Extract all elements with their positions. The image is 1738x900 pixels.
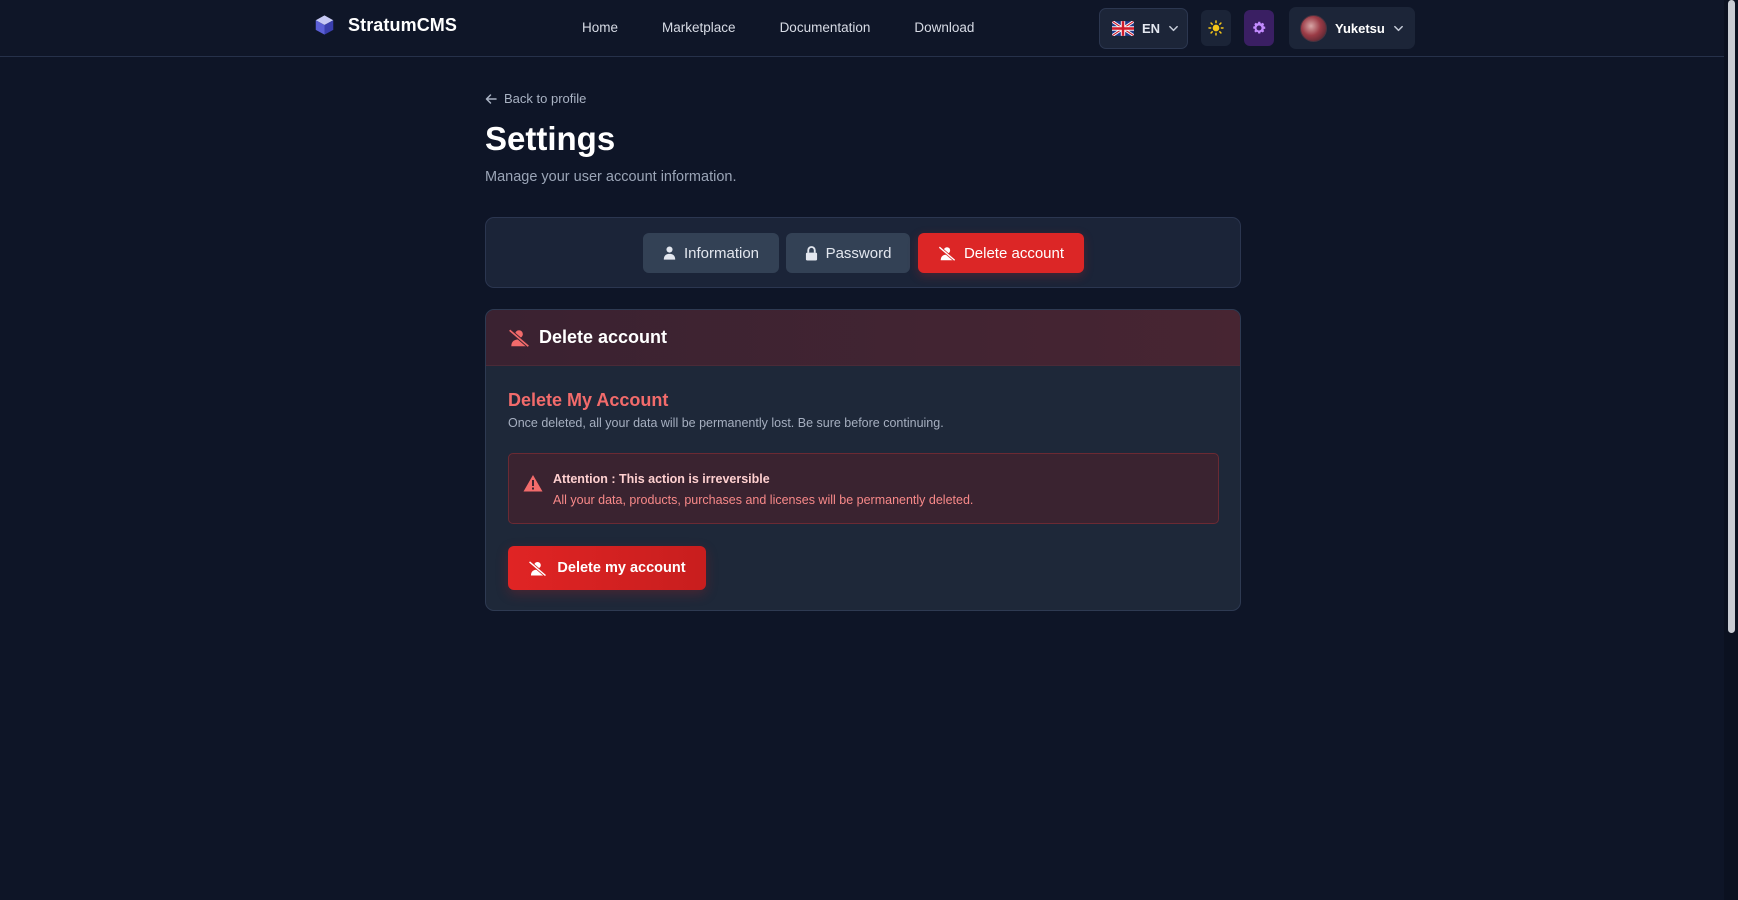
user-name: Yuketsu [1335, 20, 1385, 36]
card-header-title: Delete account [539, 327, 668, 347]
brand[interactable]: StratumCMS [314, 14, 457, 36]
delete-button-label: Delete my account [557, 560, 686, 576]
sun-icon [1208, 20, 1224, 36]
user-menu[interactable]: Yuketsu [1289, 7, 1415, 49]
top-navbar: StratumCMS Home Marketplace Documentatio… [0, 0, 1724, 57]
arrow-left-icon [485, 93, 497, 104]
tab-delete-account[interactable]: Delete account [918, 233, 1084, 273]
page-subtitle: Manage your user account information. [485, 169, 737, 185]
user-slash-icon [528, 560, 547, 576]
delete-account-card: Delete account Delete My Account Once de… [485, 309, 1241, 611]
language-select[interactable]: EN [1099, 8, 1188, 49]
scrollbar-thumb[interactable] [1728, 0, 1735, 633]
chevron-down-icon [1393, 25, 1403, 31]
tab-password[interactable]: Password [786, 233, 910, 273]
user-icon [663, 246, 676, 260]
chevron-down-icon [1169, 25, 1178, 32]
warning-alert: Attention : This action is irreversible … [508, 453, 1219, 524]
language-code: EN [1142, 21, 1161, 36]
tab-information[interactable]: Information [643, 233, 779, 273]
tab-label: Delete account [963, 244, 1065, 262]
nav-link-download[interactable]: Download [914, 20, 974, 35]
section-description: Once deleted, all your data will be perm… [508, 416, 944, 430]
tab-label: Password [825, 244, 892, 262]
lock-icon [805, 245, 817, 260]
card-header: Delete account [486, 310, 1240, 366]
avatar [1300, 14, 1327, 42]
tab-label: Information [683, 244, 760, 262]
warning-triangle-icon [523, 475, 543, 492]
gear-icon [1253, 21, 1266, 34]
delete-my-account-button[interactable]: Delete my account [508, 546, 706, 590]
uk-flag-icon [1112, 21, 1134, 36]
settings-tabs: Information Password Delete account [485, 217, 1241, 288]
page-title: Settings [485, 120, 616, 157]
cube-logo-icon [315, 15, 334, 35]
page: StratumCMS Home Marketplace Documentatio… [0, 0, 1738, 900]
nav-link-home[interactable]: Home [582, 20, 618, 35]
theme-toggle-button[interactable] [1201, 10, 1231, 46]
nav-link-marketplace[interactable]: Marketplace [662, 20, 736, 35]
section-title: Delete My Account [508, 390, 669, 410]
alert-title: Attention : This action is irreversible [553, 472, 770, 486]
back-to-profile-link[interactable]: Back to profile [485, 91, 586, 106]
alert-text: All your data, products, purchases and l… [553, 493, 974, 507]
admin-settings-button[interactable] [1244, 10, 1274, 46]
user-slash-icon [938, 245, 956, 261]
main-nav: Home Marketplace Documentation Download [582, 20, 1009, 35]
user-slash-icon [508, 328, 530, 347]
back-link-label: Back to profile [504, 91, 587, 106]
nav-link-documentation[interactable]: Documentation [780, 20, 871, 35]
brand-name: StratumCMS [348, 14, 458, 35]
